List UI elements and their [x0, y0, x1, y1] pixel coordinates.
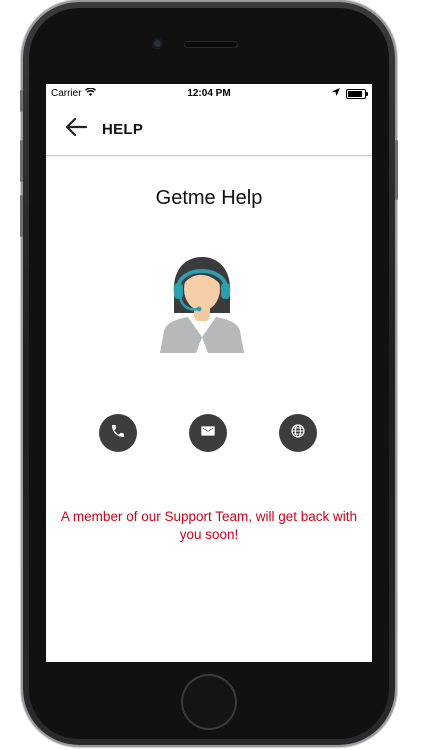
status-bar: Carrier 12:04 PM [46, 84, 372, 104]
power-button [395, 140, 398, 200]
earpiece-speaker [185, 42, 237, 47]
front-camera [152, 38, 163, 49]
support-agent-illustration [154, 249, 250, 353]
phone-icon [110, 423, 126, 444]
volume-up-button [20, 140, 23, 182]
arrow-left-icon [64, 117, 88, 142]
app-screen: Carrier 12:04 PM HELP Getme Help A membe… [46, 84, 372, 662]
battery-icon [346, 88, 368, 99]
globe-icon [290, 423, 306, 444]
help-heading: Getme Help [155, 187, 263, 209]
email-button[interactable] [189, 414, 227, 452]
page-title: HELP [102, 121, 144, 138]
call-button[interactable] [99, 414, 137, 452]
app-store-screenshot: Carrier 12:04 PM HELP Getme Help A membe… [0, 0, 422, 750]
website-button[interactable] [279, 414, 317, 452]
status-icons [332, 88, 368, 99]
contact-options [46, 414, 372, 452]
location-arrow-icon [332, 88, 340, 99]
status-time: 12:04 PM [187, 88, 231, 99]
app-bar: HELP [46, 104, 372, 156]
mail-icon [200, 423, 216, 444]
mute-switch [20, 90, 23, 112]
home-button [183, 676, 235, 728]
back-button[interactable] [62, 116, 90, 142]
volume-down-button [20, 195, 23, 237]
support-message: A member of our Support Team, will get b… [60, 509, 358, 542]
